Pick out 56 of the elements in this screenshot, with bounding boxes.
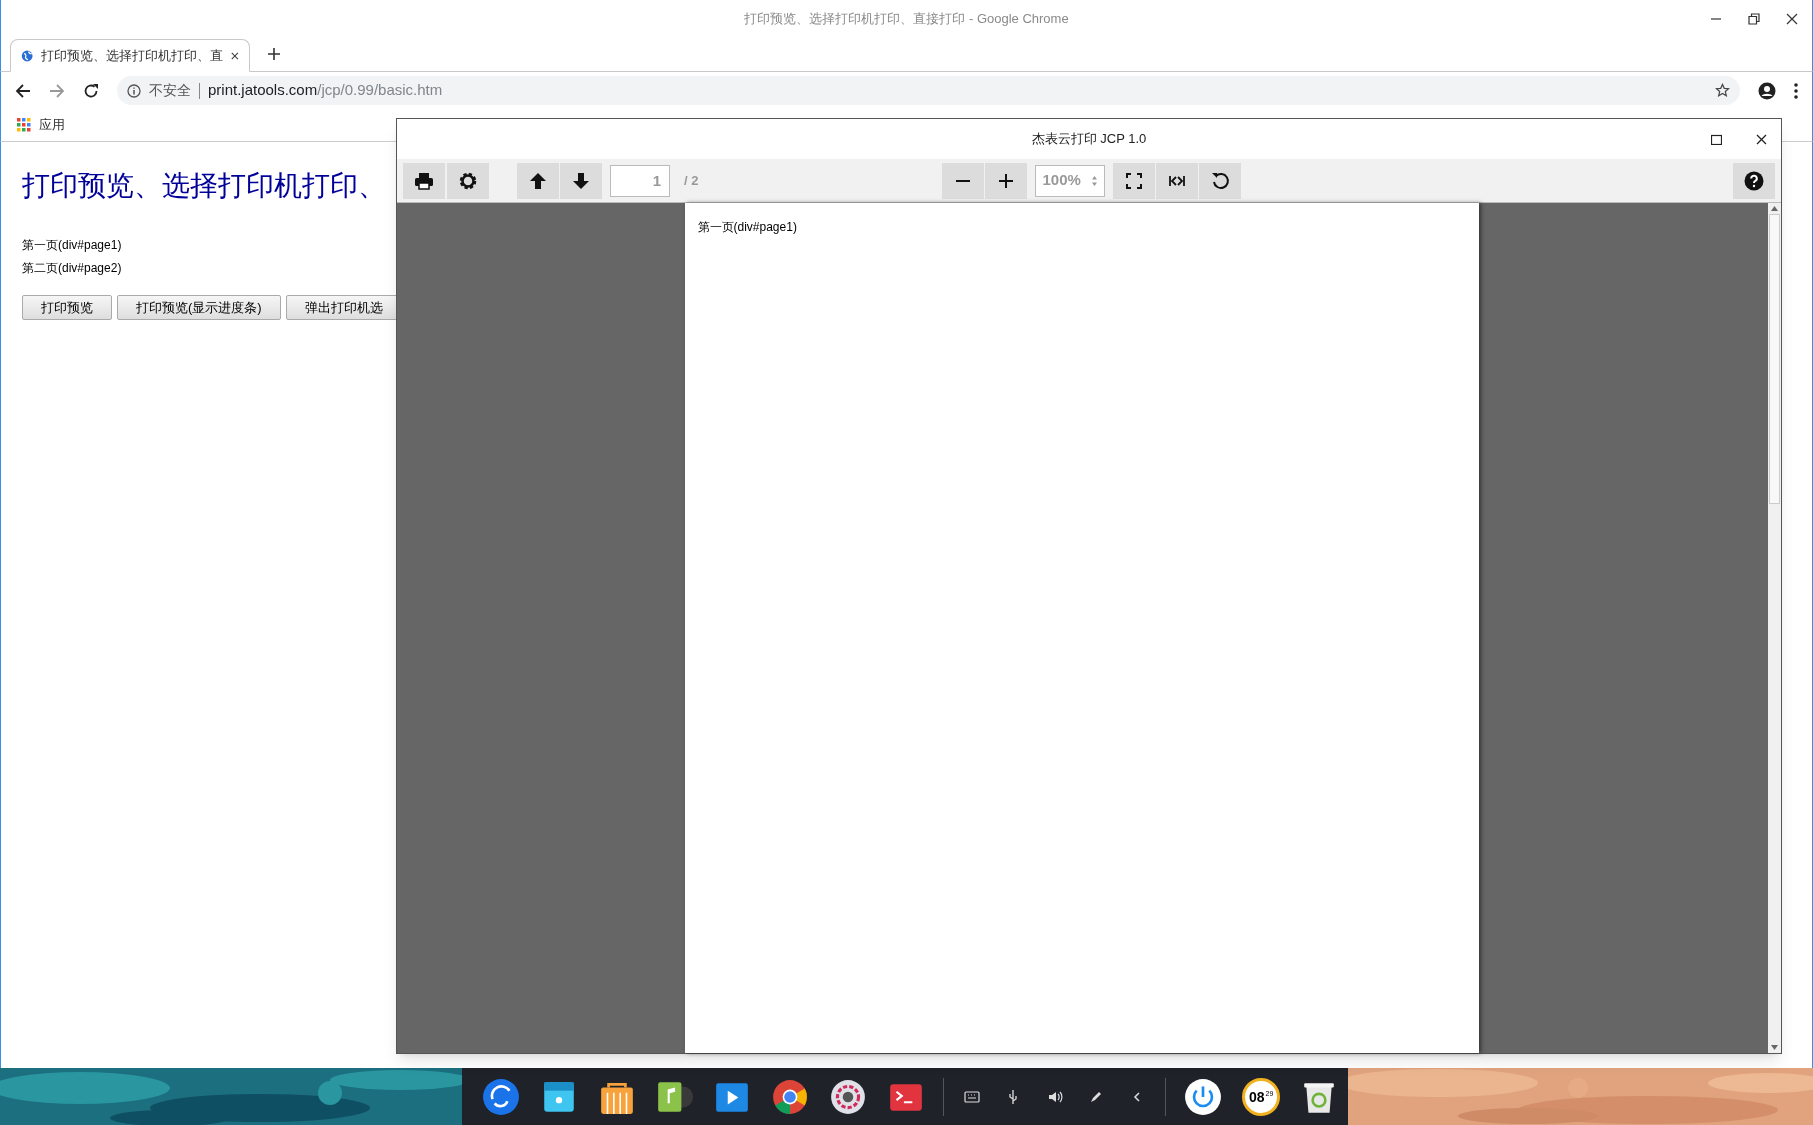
fit-width-button[interactable] [1156, 162, 1199, 199]
fullscreen-button[interactable] [1113, 162, 1156, 199]
dialog-title: 杰表云打印 JCP 1.0 [1031, 130, 1147, 149]
plus-icon [267, 47, 281, 61]
down-arrow-icon[interactable] [1771, 1045, 1778, 1050]
page-down-button[interactable] [560, 162, 602, 199]
scrollbar[interactable] [1768, 203, 1781, 1053]
keyboard-icon[interactable] [964, 1088, 981, 1105]
url-text: print.jatools.com/jcp/0.99/basic.htm [208, 80, 444, 101]
page-button[interactable]: 打印预览(显示进度条) [117, 295, 281, 320]
close-icon[interactable] [1786, 13, 1798, 25]
rotate-icon [1210, 170, 1231, 191]
help-button[interactable] [1733, 162, 1775, 199]
zoom-in-button[interactable] [985, 162, 1028, 199]
power-icon[interactable] [1184, 1077, 1223, 1116]
maximize-icon[interactable] [1711, 133, 1722, 145]
restore-icon[interactable] [1748, 13, 1760, 25]
menu-icon[interactable] [1794, 82, 1798, 99]
gear-icon[interactable] [828, 1077, 867, 1116]
star-icon[interactable] [1715, 83, 1730, 98]
address-bar[interactable]: 不安全 print.jatools.com/jcp/0.99/basic.htm [117, 76, 1740, 105]
back-icon[interactable] [15, 82, 31, 99]
info-icon [127, 83, 141, 98]
up-arrow-icon[interactable] [1771, 206, 1778, 211]
browser-tab[interactable]: 打印预览、选择打印机打印、直 [10, 39, 250, 72]
close-icon[interactable] [1756, 133, 1767, 145]
zoom-out-icon [956, 179, 971, 182]
page-text: 第一页(div#page1) [22, 237, 122, 254]
page-heading: 打印预览、选择打印机打印、 [22, 169, 386, 203]
browser-icon[interactable] [771, 1077, 810, 1116]
page-button[interactable]: 打印预览 [22, 295, 112, 320]
clock-hour: 08 [1249, 1089, 1265, 1104]
forward-icon[interactable] [49, 82, 65, 99]
account-icon[interactable] [1758, 81, 1776, 100]
apps-bookmark[interactable]: 应用 [17, 115, 65, 135]
page-total: / 2 [684, 171, 699, 190]
close-icon[interactable] [231, 50, 239, 61]
rotate-button[interactable] [1199, 162, 1242, 199]
page-text: 第二页(div#page2) [22, 260, 122, 277]
reload-icon[interactable] [83, 82, 99, 99]
settings-icon [458, 170, 478, 191]
swirl-icon[interactable] [481, 1077, 520, 1116]
page-up-button[interactable] [517, 162, 559, 199]
page-text: 第一页(div#page1) [697, 219, 797, 236]
updown-icon [1091, 174, 1099, 187]
security-label: 不安全 [149, 81, 191, 100]
grid-icon [17, 118, 31, 132]
window-title: 打印预览、选择打印机打印、直接打印 - Google Chrome [744, 10, 1069, 29]
settings-button[interactable] [447, 162, 489, 199]
fullscreen-icon [1124, 170, 1145, 191]
page-down-icon [571, 170, 591, 191]
print-button[interactable] [403, 162, 445, 199]
help-icon [1744, 170, 1764, 191]
print-icon [414, 170, 434, 191]
page-up-icon [528, 170, 548, 191]
tab-title: 打印预览、选择打印机打印、直 [41, 46, 224, 65]
